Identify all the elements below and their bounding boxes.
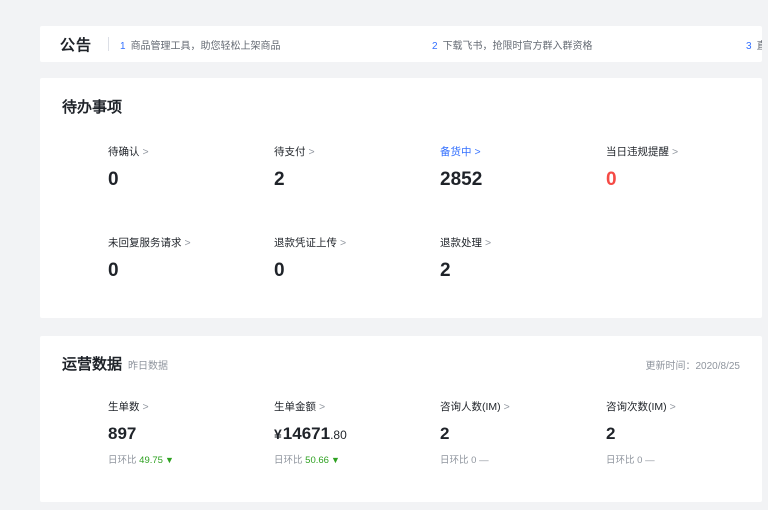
announcement-item-1[interactable]: 1 商品管理工具，助您轻松上架商品 [120, 37, 281, 52]
todo-item-to-pay[interactable]: 待支付 > 2 [274, 144, 315, 189]
chevron-right-icon: > [503, 401, 510, 413]
chevron-right-icon: > [485, 237, 492, 249]
chevron-right-icon: > [308, 146, 315, 158]
update-time: 更新时间：2020/8/25 [645, 361, 741, 372]
daily-ratio: 日环比 0 — [440, 455, 489, 466]
daily-ratio: 日环比 49.75 ▼ [108, 455, 174, 466]
todo-item-violation-alert[interactable]: 当日违规提醒 > 0 [606, 144, 678, 189]
todo-value: 0 [606, 169, 617, 190]
metric-value: 2 [440, 424, 450, 443]
metric-value: 897 [108, 424, 137, 443]
chevron-right-icon: > [142, 401, 149, 413]
todo-value: 0 [274, 260, 285, 281]
chevron-right-icon: > [340, 237, 347, 249]
daily-ratio: 日环比 50.66 ▼ [274, 455, 340, 466]
operations-subtitle: 昨日数据 [128, 361, 169, 372]
todo-title: 待办事项 [62, 99, 123, 116]
announcement-item-3[interactable]: 3直 [746, 37, 762, 52]
metric-value: ¥14671.80 [274, 424, 347, 443]
daily-ratio: 日环比 0 — [606, 455, 655, 466]
metric-inquiry-users[interactable]: 咨询人数(IM) > 2 日环比 0 — [440, 399, 510, 466]
announcement-bar: 公告 1 商品管理工具，助您轻松上架商品 2 下载飞书，抢限时官方群入群资格 3直 [40, 26, 762, 62]
chevron-right-icon: > [142, 146, 149, 158]
todo-card: 待办事项 待确认 > 0 待支付 > 2 备货中 > 2852 当日违规提醒 > 0 未… [40, 78, 762, 318]
todo-item-to-confirm[interactable]: 待确认 > 0 [108, 144, 149, 189]
todo-value: 2 [274, 169, 285, 190]
chevron-right-icon: > [319, 401, 326, 413]
todo-item-preparing[interactable]: 备货中 > 2852 [440, 144, 482, 189]
chevron-right-icon: > [672, 146, 679, 158]
todo-value: 0 [108, 169, 119, 190]
announcement-item-2[interactable]: 2 下载飞书，抢限时官方群入群资格 [432, 37, 593, 52]
arrow-down-icon: ▼ [164, 455, 174, 465]
metric-value: 2 [606, 424, 616, 443]
chevron-right-icon: > [669, 401, 676, 413]
todo-value: 0 [108, 260, 119, 281]
operations-title: 运营数据 昨日数据 [62, 356, 169, 373]
operations-card: 运营数据 昨日数据 更新时间：2020/8/25 生单数 > 897 日环比 49.… [40, 336, 762, 502]
flat-trend-icon: — [645, 455, 655, 466]
chevron-right-icon: > [474, 146, 481, 158]
divider [108, 37, 110, 51]
metric-inquiry-count[interactable]: 咨询次数(IM) > 2 日环比 0 — [606, 399, 676, 466]
arrow-down-icon: ▼ [330, 455, 340, 465]
todo-item-refund-voucher[interactable]: 退款凭证上传 > 0 [274, 235, 346, 280]
chevron-right-icon: > [184, 237, 191, 249]
flat-trend-icon: — [479, 455, 489, 466]
metric-order-amount[interactable]: 生单金额 > ¥14671.80 日环比 50.66 ▼ [274, 399, 347, 466]
todo-value: 2 [440, 260, 451, 281]
todo-item-unreplied-service[interactable]: 未回复服务请求 > 0 [108, 235, 191, 280]
todo-item-refund-processing[interactable]: 退款处理 > 2 [440, 235, 491, 280]
todo-value: 2852 [440, 169, 483, 190]
announcement-title: 公告 [60, 36, 93, 54]
metric-order-count[interactable]: 生单数 > 897 日环比 49.75 ▼ [108, 399, 174, 466]
